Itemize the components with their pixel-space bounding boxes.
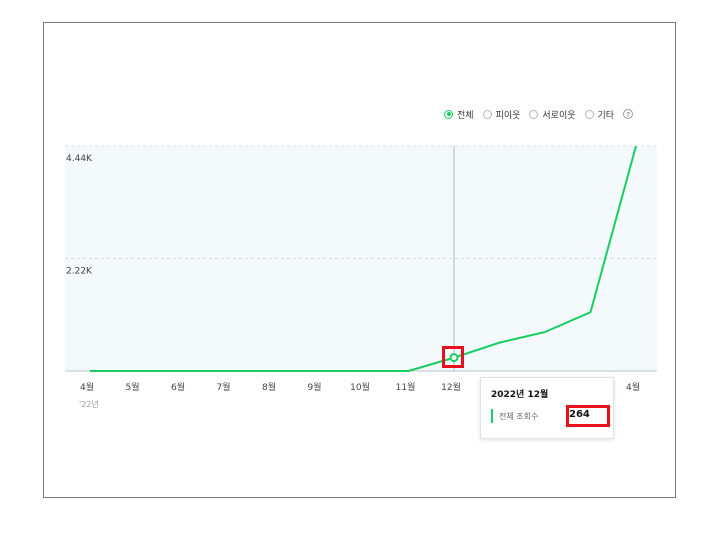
x-tick-label: 12월 xyxy=(441,381,461,393)
x-tick-label: 8월 xyxy=(262,381,276,393)
x-tick-label: 4월 xyxy=(626,381,640,393)
x-tick-label: 10월 xyxy=(350,381,370,393)
highlight-box-value xyxy=(566,405,610,427)
y-tick-label: 4.44K xyxy=(66,154,93,164)
x-tick-label: 7월 xyxy=(216,381,230,393)
tooltip-series-swatch xyxy=(491,409,493,423)
highlight-box-point xyxy=(442,346,464,368)
x-tick-label: 6월 xyxy=(171,381,185,393)
year-label: '22년 xyxy=(79,399,99,409)
line-chart: 4.44K2.22K4월5월6월7월8월9월10월11월12월1월2월3월4월'… xyxy=(65,145,657,409)
x-tick-label: 5월 xyxy=(125,381,139,393)
x-tick-label: 11월 xyxy=(396,381,416,393)
tooltip-series-label: 전체 조회수 xyxy=(499,412,539,421)
x-tick-label: 9월 xyxy=(307,381,321,393)
y-tick-label: 2.22K xyxy=(66,267,93,277)
x-tick-label: 4월 xyxy=(80,381,94,393)
tooltip-title: 2022년 12월 xyxy=(491,390,549,400)
